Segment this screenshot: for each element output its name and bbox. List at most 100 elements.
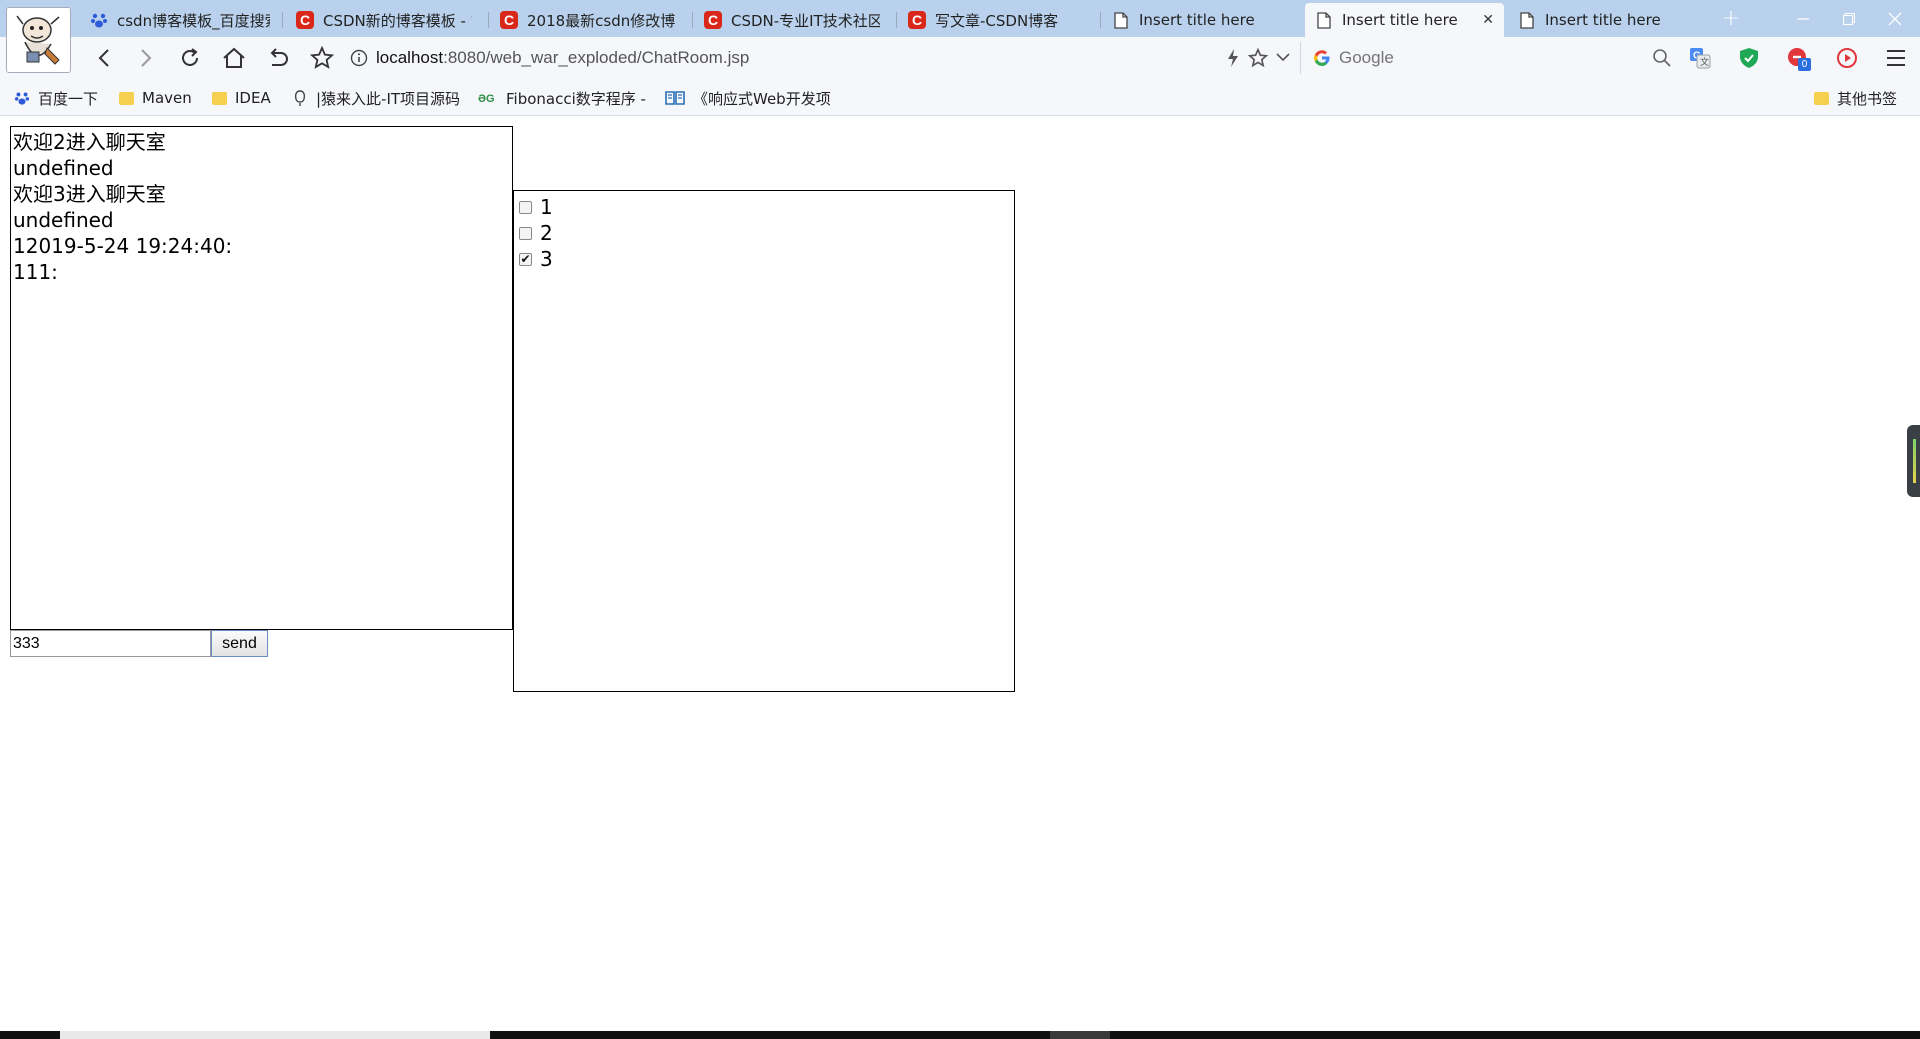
tab-label: csdn博客模板_百度搜索 [117,11,270,30]
tab-csdn-template[interactable]: C CSDN新的博客模板 - 简书 [286,3,482,37]
reload-button[interactable] [174,43,206,73]
user-list-item: 1 [519,194,1009,220]
search-input[interactable] [1339,48,1639,68]
info-circle-icon[interactable] [350,49,368,67]
bookmark-label: IDEA [235,89,271,107]
shield-extension-icon[interactable] [1737,46,1761,70]
folder-icon [1814,91,1829,105]
os-taskbar [0,1031,1920,1039]
translate-extension-icon[interactable]: G文 [1688,46,1712,70]
back-button[interactable] [88,43,120,73]
tab-label: Insert title here [1342,11,1458,29]
tab-label: 2018最新csdn修改博客 [527,11,676,30]
cartoon-mascot-icon [7,8,70,72]
extension-badge-count: 0 [1798,58,1811,71]
gfg-icon: ƏG [478,90,498,106]
search-box[interactable] [1300,42,1672,74]
back-arrow-icon [98,49,109,67]
monkey-icon [292,90,308,106]
taskbar-item[interactable] [60,1031,490,1039]
tab-baidu-search[interactable]: csdn博客模板_百度搜索 [80,3,280,37]
csdn-logo-icon: C [500,11,518,29]
csdn-logo-icon: C [704,11,722,29]
tab-separator [1100,12,1101,28]
reload-icon [182,48,198,66]
message-input[interactable] [10,630,211,657]
user-checkbox[interactable] [519,226,532,240]
tab-label: Insert title here [1545,11,1661,29]
bookmark-folder-idea[interactable]: IDEA [212,87,282,109]
google-g-icon [1314,50,1330,66]
new-tab-plus-icon[interactable]: + [1717,4,1745,34]
folder-icon [119,91,134,105]
restore-window-icon[interactable] [1826,0,1872,37]
tab-insert-title-1[interactable]: Insert title here [1102,3,1298,37]
chat-message: undefined [13,156,114,180]
address-bar[interactable]: localhost:8080/web_war_exploded/ChatRoom… [350,42,1300,74]
svg-text:ƏG: ƏG [478,93,495,105]
tab-insert-title-active[interactable]: Insert title here ✕ [1305,3,1504,37]
close-window-icon[interactable] [1872,0,1918,37]
svg-text:文: 文 [1700,56,1709,68]
user-checkbox[interactable] [519,200,532,214]
chat-message: undefined [13,208,114,232]
baidu-paw-icon [90,11,108,29]
bookmark-label: 《响应式Web开发项 [693,89,831,108]
forward-button[interactable] [130,43,162,73]
user-list-item: 2 [519,220,1009,246]
url-text[interactable]: localhost:8080/web_war_exploded/ChatRoom… [376,48,749,68]
minimize-window-icon[interactable] [1780,0,1826,37]
url-host: localhost [376,48,444,67]
user-checkbox[interactable]: ✔ [519,252,532,266]
tab-csdn-write[interactable]: C 写文章-CSDN博客 [898,3,1094,37]
undo-icon [270,48,288,66]
folder-icon [212,91,227,105]
bookmark-label: 百度一下 [38,89,99,108]
bookmark-yuanlai[interactable]: |猿来入此-IT项目源码 [292,87,464,109]
tab-label: CSDN新的博客模板 - 简书 [323,11,472,30]
bookmark-baidu[interactable]: 百度一下 [14,87,110,109]
favorite-star-icon[interactable] [1247,47,1269,72]
adblock-extension-icon[interactable]: 0 [1786,46,1811,71]
home-button[interactable] [218,43,250,73]
tab-csdn-2018[interactable]: C 2018最新csdn修改博客 [490,3,686,37]
csdn-logo-icon: C [296,11,314,29]
bookmark-label: Fibonacci数字程序 - [506,89,646,108]
tab-separator [282,12,283,28]
tab-insert-title-3[interactable]: Insert title here [1508,3,1704,37]
bookmark-other[interactable]: 其他书签 [1814,87,1914,109]
home-icon [223,47,245,68]
bookmark-label: |猿来入此-IT项目源码 [316,89,461,108]
tab-csdn-community[interactable]: C CSDN-专业IT技术社区 [694,3,890,37]
forward-arrow-icon [141,49,152,67]
user-name: 2 [540,221,553,245]
send-button[interactable]: send [211,630,268,657]
menu-hamburger-icon[interactable] [1884,46,1908,70]
bookmark-fibonacci[interactable]: ƏG Fibonacci数字程序 - [478,87,650,109]
url-path: :8080/web_war_exploded/ChatRoom.jsp [443,48,750,67]
bookmark-responsive-web[interactable]: 《响应式Web开发项 [665,87,835,109]
user-list-item: ✔ 3 [519,246,1009,272]
bookmarks-bar: 百度一下 Maven IDEA |猿来入此-IT项目源码 ƏG Fibonacc… [0,79,1920,116]
bookmark-label: Maven [142,89,192,107]
undo-close-tab-button[interactable] [262,43,294,73]
video-extension-icon[interactable] [1835,46,1859,70]
chat-message: 欢迎3进入聊天室 [13,182,166,206]
taskbar-item[interactable] [1050,1031,1110,1039]
lightning-icon[interactable] [1226,48,1240,72]
tab-close-icon[interactable]: ✕ [1472,12,1494,28]
chat-message: 111: [13,260,58,284]
bookmark-folder-maven[interactable]: Maven [119,87,199,109]
book-icon [665,90,685,106]
browser-avatar-logo[interactable] [6,7,71,73]
search-icon[interactable] [1652,48,1672,72]
tab-separator [896,12,897,28]
bookmark-star-button[interactable] [306,43,338,73]
tab-strip: csdn博客模板_百度搜索 C CSDN新的博客模板 - 简书 C 2018最新… [0,0,1920,73]
star-icon [310,46,334,69]
csdn-logo-icon: C [908,11,926,29]
side-panel-handle[interactable] [1907,425,1920,497]
page-icon [1112,11,1130,29]
online-user-list: 1 2 ✔ 3 [513,190,1015,692]
chevron-down-icon[interactable] [1276,51,1290,67]
